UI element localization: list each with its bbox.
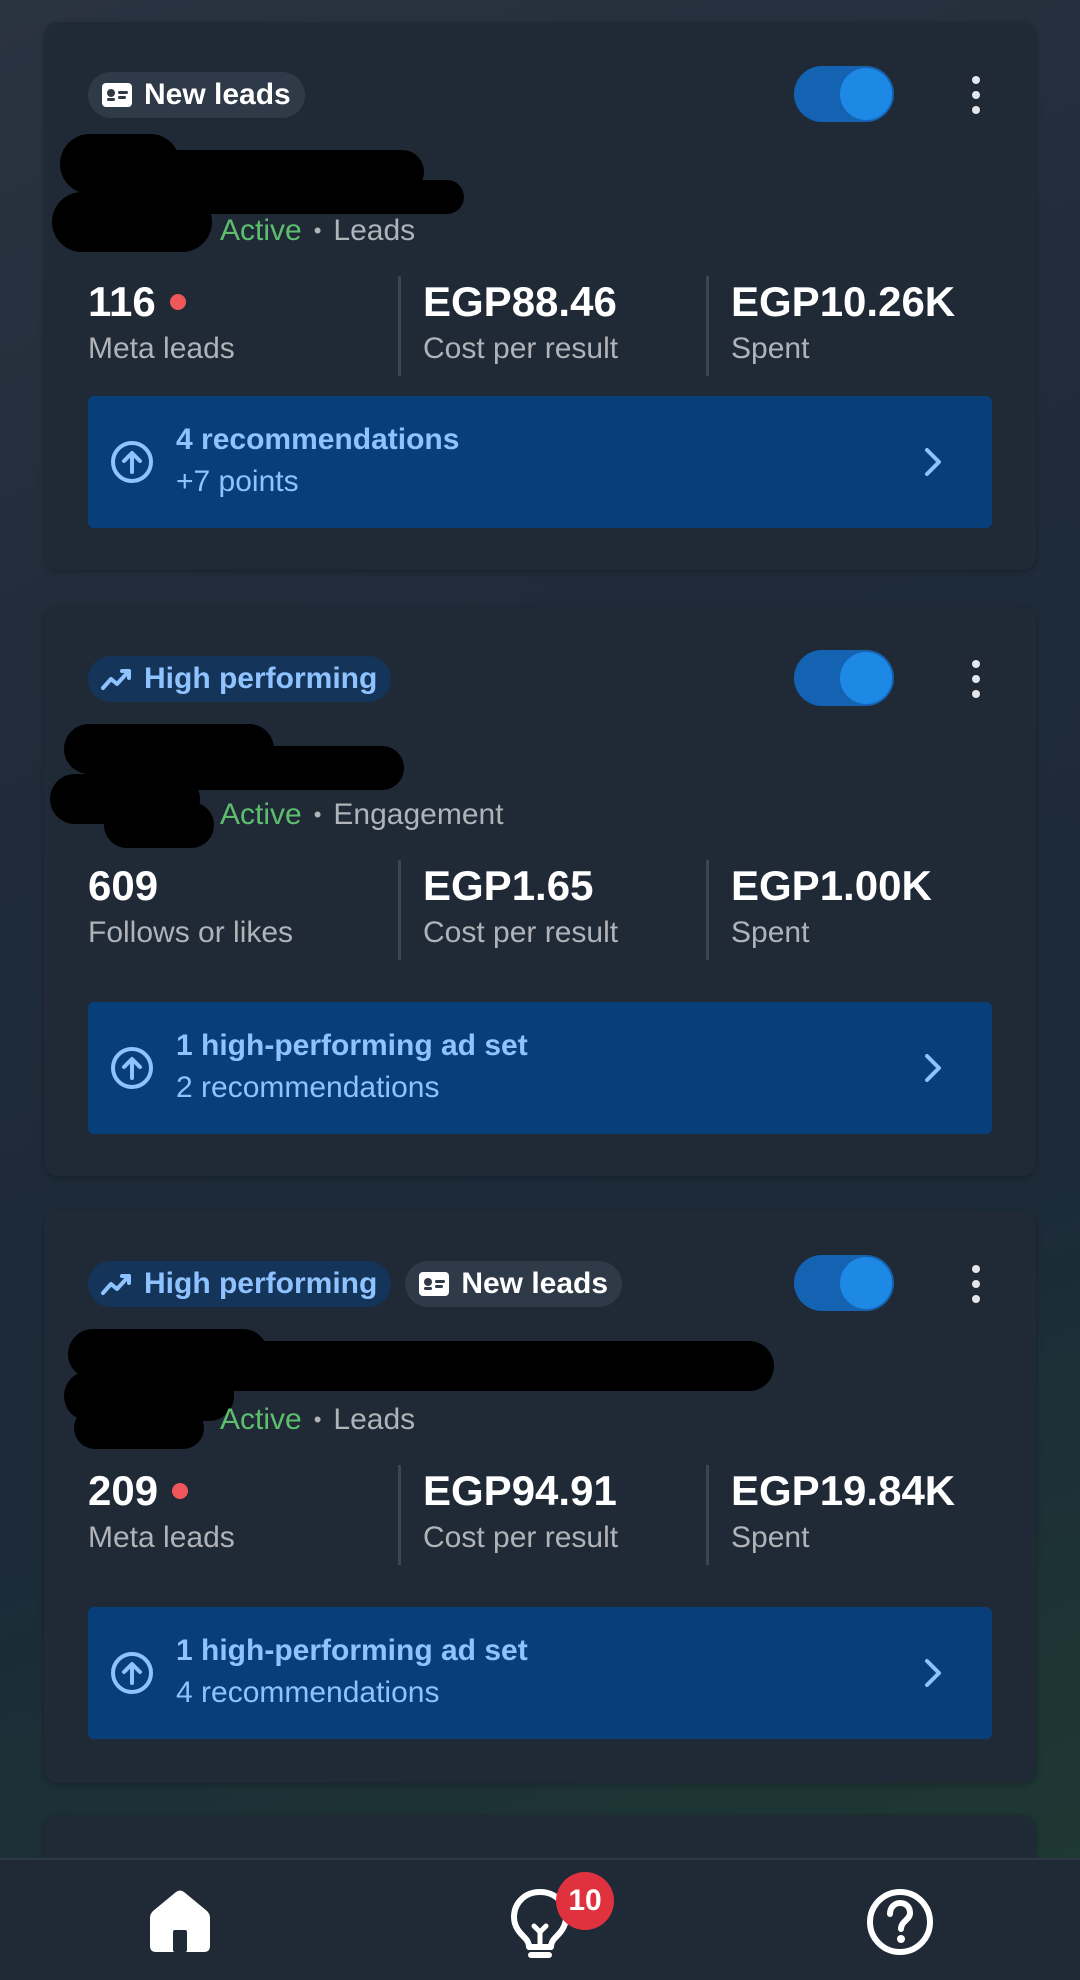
- metric-label: Meta leads: [88, 1521, 235, 1554]
- lead-card-icon: [100, 78, 134, 112]
- metric-label: Meta leads: [88, 332, 235, 365]
- status-active: Active: [220, 1403, 302, 1436]
- campaign-objective: Leads: [333, 214, 416, 247]
- lead-card-icon: [417, 1267, 451, 1301]
- alert-dot: [172, 1483, 189, 1499]
- campaign-metrics: 209 Meta leads EGP94.91 Cost per result …: [88, 1465, 992, 1565]
- new-leads-tag: New leads: [88, 72, 305, 118]
- metric-value: 209: [88, 1467, 159, 1514]
- metric-value: EGP1.65: [423, 862, 594, 909]
- trending-up-icon: [100, 1267, 134, 1301]
- campaign-status: Active • Engagement: [220, 798, 504, 831]
- campaign-objective: Leads: [333, 1403, 416, 1436]
- chevron-right-icon: [925, 1659, 941, 1687]
- metric-cost-per-result: EGP88.46 Cost per result: [398, 276, 706, 376]
- notification-badge: 10: [556, 1872, 614, 1930]
- arrow-up-circle-icon: [111, 1652, 153, 1694]
- tag-label: New leads: [461, 1267, 609, 1300]
- metric-value: EGP19.84K: [731, 1467, 956, 1514]
- alert-dot: [169, 294, 186, 310]
- toggle-knob: [840, 1257, 892, 1309]
- recommendation-title: 4 recommendations: [176, 423, 460, 456]
- chevron-right-icon: [925, 1054, 941, 1082]
- trending-up-icon: [100, 662, 134, 696]
- campaign-feed[interactable]: New leads Active • Leads 116 Meta leads …: [0, 0, 1080, 1858]
- campaign-card[interactable]: New leads Active • Leads 116 Meta leads …: [44, 22, 1036, 570]
- campaign-card[interactable]: [44, 1815, 1036, 1858]
- campaign-toggle[interactable]: [794, 66, 894, 122]
- help-icon[interactable]: [860, 1882, 940, 1962]
- campaign-metrics: 116 Meta leads EGP88.46 Cost per result …: [88, 276, 992, 376]
- metric-results: 609 Follows or likes: [88, 860, 398, 960]
- metric-label: Follows or likes: [88, 916, 294, 949]
- campaign-metrics: 609 Follows or likes EGP1.65 Cost per re…: [88, 860, 992, 960]
- home-icon[interactable]: [140, 1882, 220, 1962]
- card-tags: New leads: [88, 72, 305, 118]
- chevron-right-icon: [925, 448, 941, 476]
- campaign-status: Active • Leads: [220, 1403, 416, 1436]
- metric-value: EGP1.00K: [731, 862, 932, 909]
- more-options-icon[interactable]: [954, 652, 998, 706]
- metric-cost-per-result: EGP1.65 Cost per result: [398, 860, 706, 960]
- campaign-toggle[interactable]: [794, 1255, 894, 1311]
- campaign-objective: Engagement: [333, 798, 504, 831]
- metric-value: EGP88.46: [423, 278, 617, 325]
- metric-cost-per-result: EGP94.91 Cost per result: [398, 1465, 706, 1565]
- card-tags: High performing: [88, 656, 392, 702]
- recommendation-subtitle: 4 recommendations: [176, 1676, 440, 1709]
- recommendations-banner[interactable]: 1 high-performing ad set 2 recommendatio…: [88, 1002, 992, 1134]
- metric-spent: EGP10.26K Spent: [706, 276, 992, 376]
- high-performing-tag: High performing: [88, 1261, 392, 1307]
- recommendation-subtitle: 2 recommendations: [176, 1071, 440, 1104]
- metric-label: Cost per result: [423, 332, 619, 365]
- metric-spent: EGP1.00K Spent: [706, 860, 992, 960]
- status-active: Active: [220, 214, 302, 247]
- recommendation-title: 1 high-performing ad set: [176, 1634, 528, 1667]
- arrow-up-circle-icon: [111, 1047, 153, 1089]
- recommendations-banner[interactable]: 1 high-performing ad set 4 recommendatio…: [88, 1607, 992, 1739]
- recommendations-banner[interactable]: 4 recommendations +7 points: [88, 396, 992, 528]
- metric-label: Cost per result: [423, 916, 619, 949]
- metric-label: Spent: [731, 1521, 810, 1554]
- status-active: Active: [220, 798, 302, 831]
- toggle-knob: [840, 68, 892, 120]
- tag-label: High performing: [144, 1267, 378, 1300]
- metric-label: Spent: [731, 332, 810, 365]
- metric-value: EGP94.91: [423, 1467, 617, 1514]
- toggle-knob: [840, 652, 892, 704]
- metric-value: EGP10.26K: [731, 278, 956, 325]
- tag-label: New leads: [144, 78, 291, 111]
- card-tags: High performing New leads: [88, 1261, 623, 1307]
- new-leads-tag: New leads: [405, 1261, 623, 1307]
- high-performing-tag: High performing: [88, 656, 392, 702]
- recommendation-subtitle: +7 points: [176, 465, 299, 498]
- campaign-status: Active • Leads: [220, 214, 416, 247]
- more-options-icon[interactable]: [954, 1257, 998, 1311]
- more-options-icon[interactable]: [954, 68, 998, 122]
- metric-spent: EGP19.84K Spent: [706, 1465, 992, 1565]
- bottom-navigation: 10: [0, 1858, 1080, 1980]
- metric-value: 609: [88, 862, 159, 909]
- metric-results: 116 Meta leads: [88, 276, 398, 376]
- campaign-toggle[interactable]: [794, 650, 894, 706]
- tag-label: High performing: [144, 662, 378, 695]
- metric-label: Spent: [731, 916, 810, 949]
- metric-value: 116: [88, 278, 156, 325]
- campaign-card[interactable]: High performing New leads Active • Leads: [44, 1211, 1036, 1783]
- metric-label: Cost per result: [423, 1521, 619, 1554]
- campaign-card[interactable]: High performing Active • Engagement 609 …: [44, 606, 1036, 1176]
- metric-results: 209 Meta leads: [88, 1465, 398, 1565]
- recommendation-title: 1 high-performing ad set: [176, 1029, 528, 1062]
- arrow-up-circle-icon: [111, 441, 153, 483]
